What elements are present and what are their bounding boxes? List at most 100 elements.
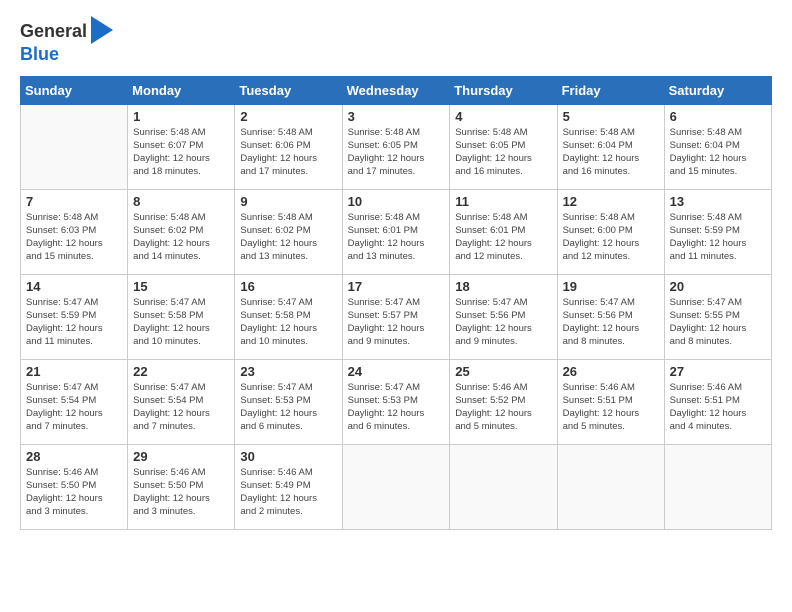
calendar-cell: 4 Sunrise: 5:48 AM Sunset: 6:05 PM Daylig… [450, 104, 557, 189]
week-row-1: 1 Sunrise: 5:48 AM Sunset: 6:07 PM Daylig… [21, 104, 772, 189]
calendar-cell: 25Sunrise: 5:46 AM Sunset: 5:52 PM Dayli… [450, 359, 557, 444]
day-number: 1 [133, 109, 229, 124]
day-number: 6 [670, 109, 766, 124]
day-info: Sunrise: 5:46 AM Sunset: 5:51 PM Dayligh… [670, 381, 766, 434]
calendar-cell [557, 444, 664, 529]
day-number: 12 [563, 194, 659, 209]
day-info: Sunrise: 5:48 AM Sunset: 6:00 PM Dayligh… [563, 211, 659, 264]
day-number: 28 [26, 449, 122, 464]
day-number: 24 [348, 364, 445, 379]
day-number: 19 [563, 279, 659, 294]
calendar-cell: 22 Sunrise: 5:47 AM Sunset: 5:54 PM Dayli… [128, 359, 235, 444]
calendar-cell: 18Sunrise: 5:47 AM Sunset: 5:56 PM Dayli… [450, 274, 557, 359]
day-number: 21 [26, 364, 122, 379]
day-header-monday: Monday [128, 76, 235, 104]
calendar-cell: 23 Sunrise: 5:47 AM Sunset: 5:53 PM Dayli… [235, 359, 342, 444]
week-row-3: 14Sunrise: 5:47 AM Sunset: 5:59 PM Dayli… [21, 274, 772, 359]
day-number: 18 [455, 279, 551, 294]
day-number: 22 [133, 364, 229, 379]
calendar-cell: 24Sunrise: 5:47 AM Sunset: 5:53 PM Dayli… [342, 359, 450, 444]
calendar-cell: 27 Sunrise: 5:46 AM Sunset: 5:51 PM Dayli… [664, 359, 771, 444]
calendar-cell: 11 Sunrise: 5:48 AM Sunset: 6:01 PM Dayli… [450, 189, 557, 274]
day-number: 17 [348, 279, 445, 294]
day-header-tuesday: Tuesday [235, 76, 342, 104]
logo-text-general: General [20, 21, 87, 43]
day-info: Sunrise: 5:48 AM Sunset: 6:03 PM Dayligh… [26, 211, 122, 264]
logo-text-blue: Blue [20, 44, 113, 66]
calendar-cell: 12 Sunrise: 5:48 AM Sunset: 6:00 PM Dayli… [557, 189, 664, 274]
day-number: 13 [670, 194, 766, 209]
calendar-cell: 26 Sunrise: 5:46 AM Sunset: 5:51 PM Dayli… [557, 359, 664, 444]
day-number: 4 [455, 109, 551, 124]
calendar-cell: 14Sunrise: 5:47 AM Sunset: 5:59 PM Dayli… [21, 274, 128, 359]
calendar-cell: 7Sunrise: 5:48 AM Sunset: 6:03 PM Daylig… [21, 189, 128, 274]
day-info: Sunrise: 5:48 AM Sunset: 6:04 PM Dayligh… [670, 126, 766, 179]
day-number: 2 [240, 109, 336, 124]
day-info: Sunrise: 5:47 AM Sunset: 5:55 PM Dayligh… [670, 296, 766, 349]
day-number: 16 [240, 279, 336, 294]
day-info: Sunrise: 5:46 AM Sunset: 5:50 PM Dayligh… [133, 466, 229, 519]
calendar-cell [664, 444, 771, 529]
calendar-cell: 30Sunrise: 5:46 AM Sunset: 5:49 PM Dayli… [235, 444, 342, 529]
day-info: Sunrise: 5:47 AM Sunset: 5:56 PM Dayligh… [563, 296, 659, 349]
day-info: Sunrise: 5:46 AM Sunset: 5:50 PM Dayligh… [26, 466, 122, 519]
day-info: Sunrise: 5:47 AM Sunset: 5:53 PM Dayligh… [240, 381, 336, 434]
calendar-cell: 29 Sunrise: 5:46 AM Sunset: 5:50 PM Dayli… [128, 444, 235, 529]
day-number: 15 [133, 279, 229, 294]
calendar-cell: 10 Sunrise: 5:48 AM Sunset: 6:01 PM Dayli… [342, 189, 450, 274]
day-number: 20 [670, 279, 766, 294]
day-number: 8 [133, 194, 229, 209]
day-info: Sunrise: 5:48 AM Sunset: 6:04 PM Dayligh… [563, 126, 659, 179]
week-row-5: 28 Sunrise: 5:46 AM Sunset: 5:50 PM Dayli… [21, 444, 772, 529]
day-header-friday: Friday [557, 76, 664, 104]
day-info: Sunrise: 5:46 AM Sunset: 5:52 PM Dayligh… [455, 381, 551, 434]
day-info: Sunrise: 5:48 AM Sunset: 5:59 PM Dayligh… [670, 211, 766, 264]
day-info: Sunrise: 5:47 AM Sunset: 5:58 PM Dayligh… [240, 296, 336, 349]
day-number: 29 [133, 449, 229, 464]
calendar-cell: 6 Sunrise: 5:48 AM Sunset: 6:04 PM Daylig… [664, 104, 771, 189]
calendar-cell: 16 Sunrise: 5:47 AM Sunset: 5:58 PM Dayli… [235, 274, 342, 359]
day-number: 9 [240, 194, 336, 209]
day-number: 5 [563, 109, 659, 124]
calendar-cell: 13 Sunrise: 5:48 AM Sunset: 5:59 PM Dayli… [664, 189, 771, 274]
day-info: Sunrise: 5:46 AM Sunset: 5:49 PM Dayligh… [240, 466, 336, 519]
day-info: Sunrise: 5:47 AM Sunset: 5:58 PM Dayligh… [133, 296, 229, 349]
day-info: Sunrise: 5:47 AM Sunset: 5:54 PM Dayligh… [133, 381, 229, 434]
day-info: Sunrise: 5:47 AM Sunset: 5:57 PM Dayligh… [348, 296, 445, 349]
calendar-cell: 19 Sunrise: 5:47 AM Sunset: 5:56 PM Dayli… [557, 274, 664, 359]
day-number: 23 [240, 364, 336, 379]
day-header-thursday: Thursday [450, 76, 557, 104]
day-info: Sunrise: 5:48 AM Sunset: 6:01 PM Dayligh… [455, 211, 551, 264]
calendar-cell: 20 Sunrise: 5:47 AM Sunset: 5:55 PM Dayli… [664, 274, 771, 359]
day-info: Sunrise: 5:48 AM Sunset: 6:07 PM Dayligh… [133, 126, 229, 179]
day-info: Sunrise: 5:48 AM Sunset: 6:05 PM Dayligh… [455, 126, 551, 179]
calendar-cell: 21 Sunrise: 5:47 AM Sunset: 5:54 PM Dayli… [21, 359, 128, 444]
calendar-cell: 3 Sunrise: 5:48 AM Sunset: 6:05 PM Daylig… [342, 104, 450, 189]
day-number: 26 [563, 364, 659, 379]
day-number: 3 [348, 109, 445, 124]
calendar-header-row: SundayMondayTuesdayWednesdayThursdayFrid… [21, 76, 772, 104]
week-row-2: 7Sunrise: 5:48 AM Sunset: 6:03 PM Daylig… [21, 189, 772, 274]
calendar-cell: 9Sunrise: 5:48 AM Sunset: 6:02 PM Daylig… [235, 189, 342, 274]
calendar-cell [342, 444, 450, 529]
calendar-cell: 28 Sunrise: 5:46 AM Sunset: 5:50 PM Dayli… [21, 444, 128, 529]
day-header-wednesday: Wednesday [342, 76, 450, 104]
day-info: Sunrise: 5:47 AM Sunset: 5:54 PM Dayligh… [26, 381, 122, 434]
day-info: Sunrise: 5:46 AM Sunset: 5:51 PM Dayligh… [563, 381, 659, 434]
calendar-cell: 1 Sunrise: 5:48 AM Sunset: 6:07 PM Daylig… [128, 104, 235, 189]
calendar-cell [21, 104, 128, 189]
calendar-cell: 17 Sunrise: 5:47 AM Sunset: 5:57 PM Dayli… [342, 274, 450, 359]
calendar-cell: 8 Sunrise: 5:48 AM Sunset: 6:02 PM Daylig… [128, 189, 235, 274]
calendar-cell: 2 Sunrise: 5:48 AM Sunset: 6:06 PM Daylig… [235, 104, 342, 189]
day-number: 27 [670, 364, 766, 379]
day-info: Sunrise: 5:48 AM Sunset: 6:06 PM Dayligh… [240, 126, 336, 179]
day-number: 10 [348, 194, 445, 209]
logo-arrow-icon [91, 16, 113, 44]
logo: General Blue [20, 20, 113, 66]
day-header-sunday: Sunday [21, 76, 128, 104]
page-header: General Blue [20, 20, 772, 66]
day-info: Sunrise: 5:48 AM Sunset: 6:01 PM Dayligh… [348, 211, 445, 264]
day-number: 11 [455, 194, 551, 209]
day-info: Sunrise: 5:48 AM Sunset: 6:02 PM Dayligh… [133, 211, 229, 264]
day-info: Sunrise: 5:48 AM Sunset: 6:05 PM Dayligh… [348, 126, 445, 179]
